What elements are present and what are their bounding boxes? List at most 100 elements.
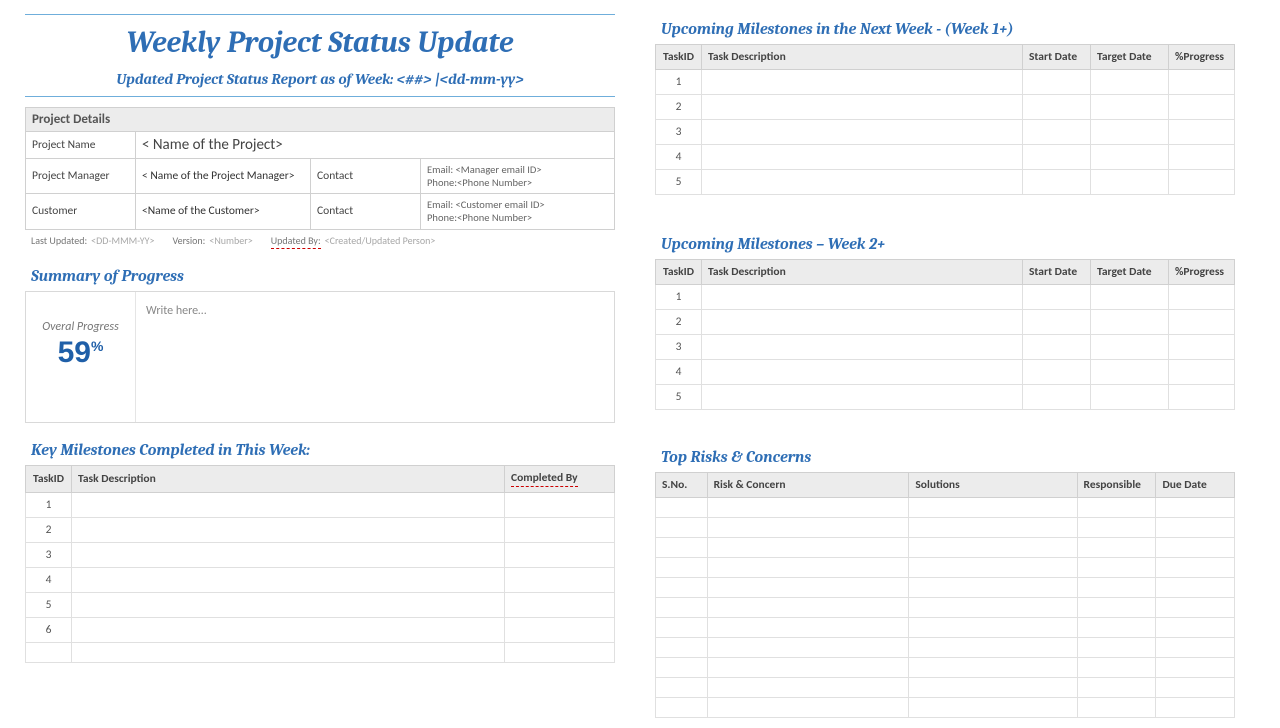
pd-manager-contact-value: Email: <Manager email ID> Phone:<Phone N… [421,159,615,194]
cell-id [656,578,708,598]
cell-id: 2 [26,517,72,542]
risk-col-dd: Due Date [1156,473,1235,498]
table-row: 5 [656,385,1235,410]
project-details-table: Project Details Project Name < Name of t… [25,107,615,230]
cell-id [26,642,72,662]
cell-id: 1 [26,492,72,517]
cell [707,618,909,638]
up2-col-pp: %Progress [1169,260,1235,285]
upcoming1-heading: Upcoming Milestones in the Next Week - (… [661,20,1235,38]
table-row [656,658,1235,678]
cell [707,578,909,598]
table-row [656,538,1235,558]
cell [702,70,1023,95]
top-rule [25,14,615,15]
pd-name-label: Project Name [26,132,136,159]
cell [909,678,1077,698]
cell [1023,335,1091,360]
cell [702,360,1023,385]
cell [1169,145,1235,170]
risk-col-sol: Solutions [909,473,1077,498]
table-row [656,638,1235,658]
cell [505,592,615,617]
cell [707,558,909,578]
overall-progress-value: 59% [32,338,129,368]
cell-id [656,618,708,638]
cell [909,538,1077,558]
cell [1091,145,1169,170]
pd-manager-label: Project Manager [26,159,136,194]
cell [1156,518,1235,538]
cell [909,558,1077,578]
cell [1156,538,1235,558]
cell [707,538,909,558]
up1-col-pp: %Progress [1169,45,1235,70]
cell-id: 4 [26,567,72,592]
cell [1077,658,1156,678]
cell [1091,360,1169,385]
cell [1077,558,1156,578]
cell [1091,335,1169,360]
cell [707,518,909,538]
risk-col-resp: Responsible [1077,473,1156,498]
up2-col-id: TaskID [656,260,702,285]
up2-col-sd: Start Date [1023,260,1091,285]
cell-id [656,698,708,718]
cell [1156,498,1235,518]
cell [702,145,1023,170]
cell [1169,95,1235,120]
cell [1077,698,1156,718]
cell [1077,538,1156,558]
table-row [656,678,1235,698]
meta-lastupdated-k: Last Updated: [31,234,87,249]
cell-id: 1 [656,70,702,95]
cell [707,598,909,618]
cell [72,517,505,542]
cell [1169,310,1235,335]
cell-id [656,678,708,698]
cell [1091,310,1169,335]
meta-version-k: Version: [172,234,205,249]
table-row: 6 [26,617,615,642]
cell [702,335,1023,360]
cell [72,492,505,517]
cell [1077,498,1156,518]
cell [707,658,909,678]
cell [1169,385,1235,410]
table-row: 2 [656,310,1235,335]
summary-heading: Summary of Progress [31,267,615,285]
meta-updatedby-k: Updated By: [271,234,321,249]
pd-customer-value: <Name of the Customer> [136,194,311,229]
pd-manager-contact-label: Contact [311,159,421,194]
cell-id [656,538,708,558]
cell [909,498,1077,518]
table-row: 3 [656,120,1235,145]
up1-col-desc: Task Description [702,45,1023,70]
cell-id: 3 [656,335,702,360]
cell [1156,658,1235,678]
cell [1156,698,1235,718]
cell-id: 4 [656,360,702,385]
cell-id: 5 [656,170,702,195]
table-row [26,642,615,662]
cell [72,542,505,567]
project-details-header: Project Details [26,108,615,132]
cell [909,638,1077,658]
pd-manager-value: < Name of the Project Manager> [136,159,311,194]
cell [1169,335,1235,360]
cell [1156,558,1235,578]
table-row: 5 [656,170,1235,195]
cell [1091,70,1169,95]
table-row [656,618,1235,638]
cell [1169,285,1235,310]
cell [1156,598,1235,618]
cell [1023,120,1091,145]
cell [1091,95,1169,120]
cell [1023,285,1091,310]
upcoming1-table: TaskID Task Description Start Date Targe… [655,44,1235,195]
cell [707,678,909,698]
cell [1077,598,1156,618]
subtitle-rule [25,96,615,97]
cell [909,598,1077,618]
cell [1077,578,1156,598]
